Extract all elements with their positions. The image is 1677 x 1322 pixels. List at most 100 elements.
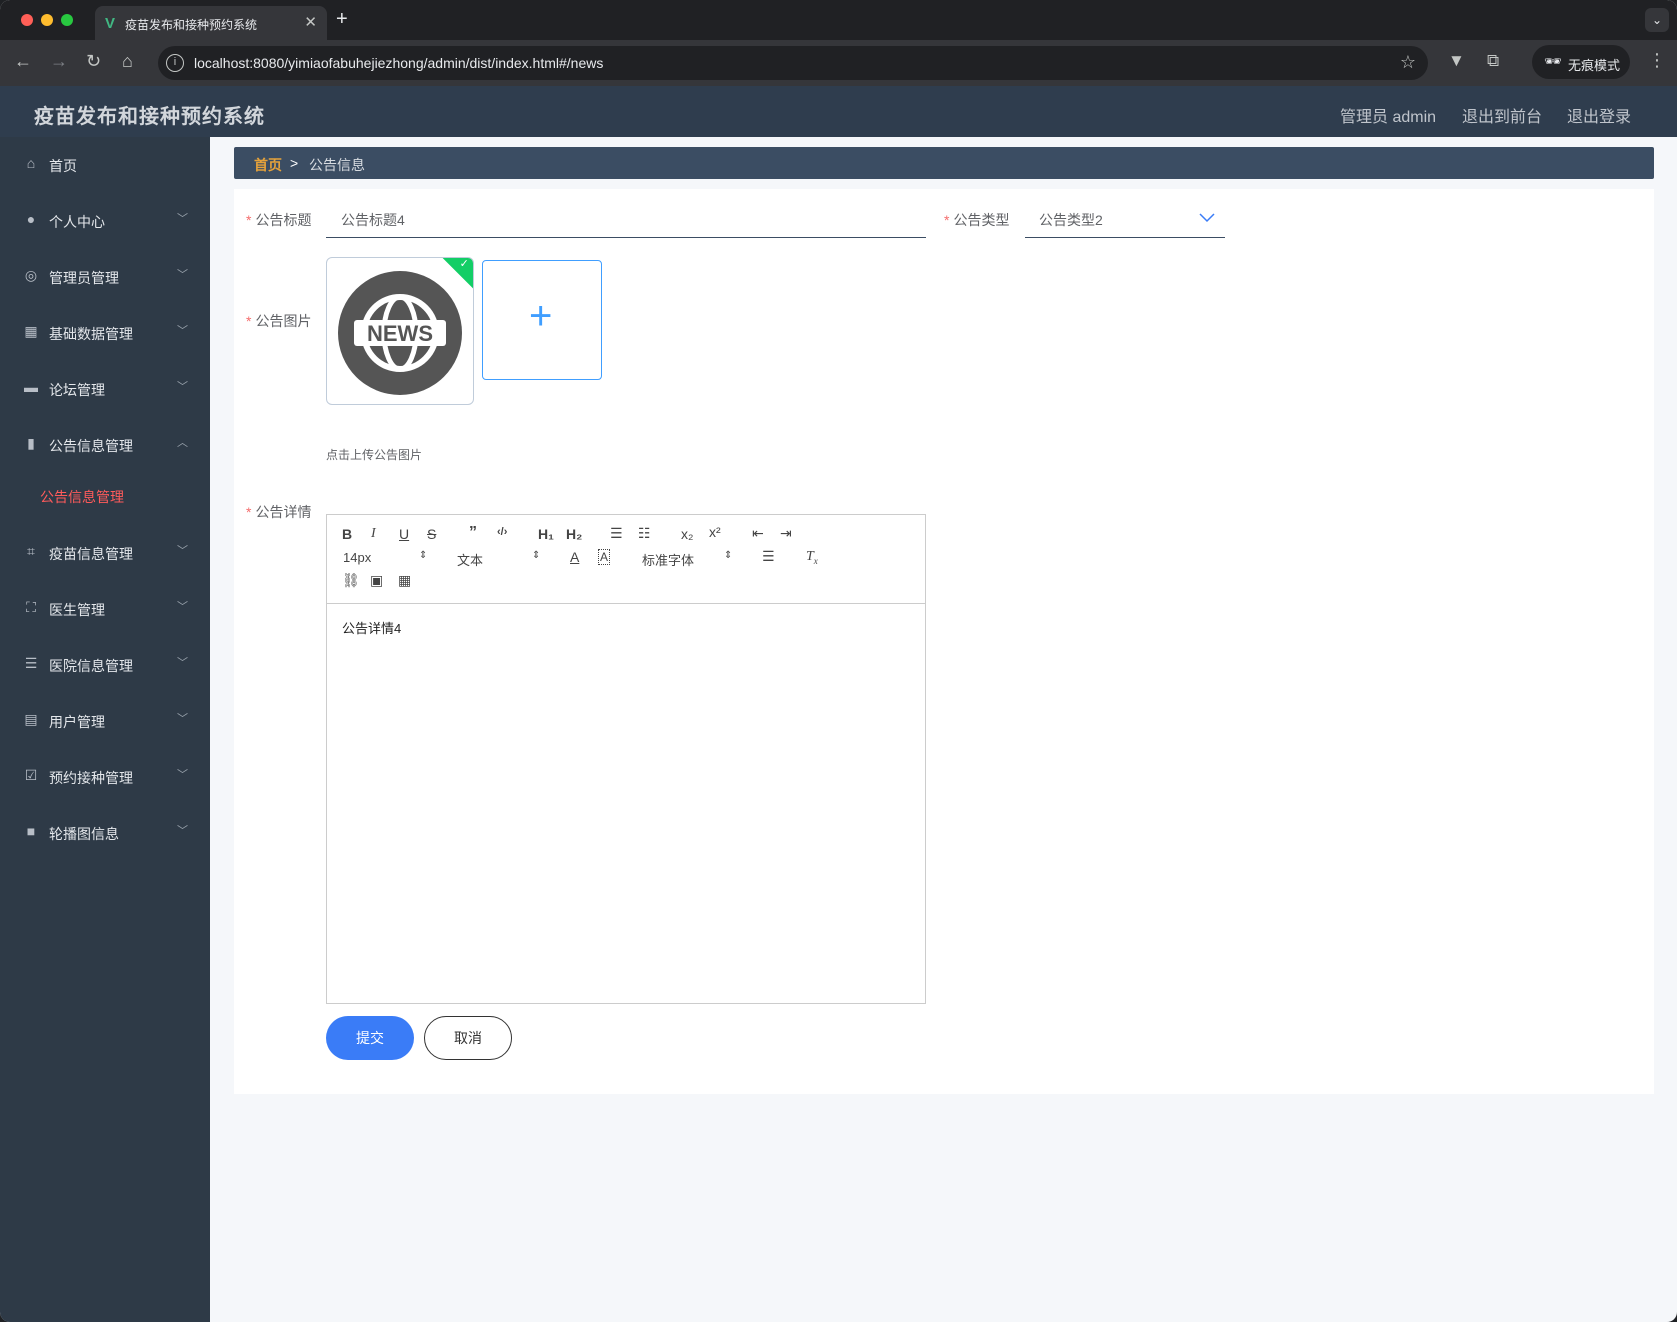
incognito-icon: 🕶 <box>1544 53 1562 69</box>
browser-window: V 疫苗发布和接种预约系统 ✕ + ⌄ ← → ↻ ⌂ i localhost:… <box>0 0 1677 1322</box>
logout-link[interactable]: 退出登录 <box>1567 103 1631 127</box>
sidebar-item-vaccine[interactable]: ⌗ 疫苗信息管理 ﹀ <box>0 525 210 581</box>
sidebar-item-label: 论坛管理 <box>49 382 105 398</box>
breadcrumb-home-link[interactable]: 首页 <box>254 155 282 175</box>
font-size-select-arrows-icon[interactable]: ⇕ <box>419 550 427 561</box>
sidebar-subitem-announcement[interactable]: 公告信息管理 <box>0 473 210 517</box>
sidebar-item-doctor[interactable]: ⛶ 医生管理 ﹀ <box>0 581 210 637</box>
sidebar-item-forum[interactable]: ▬ 论坛管理 ﹀ <box>0 361 210 417</box>
compass-icon: ◎ <box>24 267 38 283</box>
reload-icon[interactable]: ↻ <box>86 51 101 72</box>
font-family-select[interactable]: 标准字体 <box>642 550 694 569</box>
news-image-text: NEWS <box>367 321 433 346</box>
bold-icon[interactable]: B <box>342 526 352 542</box>
title-input-value[interactable]: 公告标题4 <box>341 210 405 230</box>
sidebar-item-label: 医生管理 <box>49 602 105 618</box>
chevron-down-icon: ﹀ <box>177 657 188 669</box>
header-select[interactable]: 文本 <box>457 550 483 569</box>
chevron-down-icon[interactable] <box>1199 210 1215 228</box>
sidebar-item-personal-center[interactable]: ● 个人中心 ﹀ <box>0 193 210 249</box>
superscript-icon[interactable]: x² <box>709 524 721 540</box>
breadcrumb: 首页 > 公告信息 <box>234 147 1654 179</box>
upload-tip: 点击上传公告图片 <box>326 448 423 462</box>
type-field-label: * 公告类型 <box>944 212 1010 228</box>
sidebar-item-announcement[interactable]: ▮ 公告信息管理 ︿ <box>0 417 210 473</box>
bullet-list-icon[interactable]: ☷ <box>638 525 651 542</box>
sidebar-item-hospital[interactable]: ☰ 医院信息管理 ﹀ <box>0 637 210 693</box>
ordered-list-icon[interactable]: ☰ <box>610 525 623 542</box>
tab-bar: V 疫苗发布和接种预约系统 ✕ + ⌄ <box>0 0 1677 40</box>
detail-field-label: * 公告详情 <box>246 504 312 520</box>
forward-icon[interactable]: → <box>50 51 68 72</box>
camera-icon: ■ <box>26 823 36 839</box>
underline-icon[interactable]: U <box>399 526 409 542</box>
align-icon[interactable]: ☰ <box>762 548 775 565</box>
home-button-icon[interactable]: ⌂ <box>122 51 133 72</box>
cancel-button[interactable]: 取消 <box>424 1016 512 1060</box>
header-2-icon[interactable]: H₂ <box>566 526 582 542</box>
tab-search-button[interactable]: ⌄ <box>1645 8 1669 32</box>
url-text[interactable]: localhost:8080/yimiaofabuhejiezhong/admi… <box>194 55 603 71</box>
font-size-select[interactable]: 14px <box>343 550 371 565</box>
background-color-icon[interactable]: A <box>598 549 611 565</box>
sidebar-item-carousel[interactable]: ■ 轮播图信息 ﹀ <box>0 805 210 861</box>
strikethrough-icon[interactable]: S <box>427 526 436 542</box>
exit-to-frontend-link[interactable]: 退出到前台 <box>1462 103 1542 127</box>
maximize-window-button[interactable] <box>61 14 73 26</box>
blockquote-icon[interactable]: ” <box>469 524 477 542</box>
sidebar-item-admin-management[interactable]: ◎ 管理员管理 ﹀ <box>0 249 210 305</box>
chevron-down-icon: ﹀ <box>177 713 188 725</box>
app-header: 疫苗发布和接种预约系统 管理员 admin 退出到前台 退出登录 <box>0 86 1677 137</box>
clear-format-icon[interactable]: Tx <box>806 549 818 566</box>
sidebar-item-label: 个人中心 <box>49 214 105 230</box>
close-tab-icon[interactable]: ✕ <box>304 13 317 31</box>
upload-image-button[interactable]: + <box>482 260 602 380</box>
chevron-down-icon: ﹀ <box>177 269 188 281</box>
header-select-arrows-icon[interactable]: ⇕ <box>532 550 540 561</box>
site-info-icon[interactable]: i <box>166 54 184 72</box>
outdent-icon[interactable]: ⇤ <box>752 525 764 542</box>
news-globe-image: NEWS <box>338 271 462 395</box>
sidebar-item-user[interactable]: ▤ 用户管理 ﹀ <box>0 693 210 749</box>
font-color-icon[interactable]: A <box>570 549 579 565</box>
incognito-indicator[interactable]: 🕶 无痕模式 <box>1532 45 1630 79</box>
chevron-down-icon: ﹀ <box>177 825 188 837</box>
sidebar-item-appointment[interactable]: ☑ 预约接种管理 ﹀ <box>0 749 210 805</box>
italic-icon[interactable]: I <box>371 526 376 542</box>
sidebar-item-label: 基础数据管理 <box>49 326 133 342</box>
vue-logo-icon: V <box>105 15 116 32</box>
browser-toolbar: ← → ↻ ⌂ i localhost:8080/yimiaofabuhejie… <box>0 40 1677 86</box>
browser-menu-icon[interactable]: ⋮ <box>1648 50 1666 71</box>
address-bar[interactable]: i localhost:8080/yimiaofabuhejiezhong/ad… <box>158 46 1428 80</box>
extensions-puzzle-icon[interactable]: ⧉ <box>1487 51 1499 71</box>
back-icon[interactable]: ← <box>14 51 32 72</box>
font-family-select-arrows-icon[interactable]: ⇕ <box>724 550 732 561</box>
extension-v-icon[interactable]: ▼ <box>1448 51 1465 71</box>
link-icon[interactable]: ⛓ <box>342 572 360 589</box>
code-block-icon[interactable]: ‹/› <box>497 526 507 538</box>
sidebar-item-basic-data[interactable]: ▦ 基础数据管理 ﹀ <box>0 305 210 361</box>
sidebar-item-label: 预约接种管理 <box>49 770 133 786</box>
image-icon[interactable]: ▣ <box>370 572 383 589</box>
type-select-value[interactable]: 公告类型2 <box>1039 210 1103 230</box>
close-window-button[interactable] <box>21 14 33 26</box>
editor-content[interactable]: 公告详情4 <box>342 618 401 637</box>
sidebar-item-home[interactable]: ⌂ 首页 <box>0 137 210 193</box>
title-input[interactable]: 公告标题4 <box>326 198 926 238</box>
minimize-window-button[interactable] <box>41 14 53 26</box>
tab-title: 疫苗发布和接种预约系统 <box>125 18 258 32</box>
bookmark-star-icon[interactable]: ☆ <box>1400 52 1416 73</box>
indent-icon[interactable]: ⇥ <box>780 525 792 542</box>
subscript-icon[interactable]: x₂ <box>681 526 693 542</box>
browser-tab[interactable]: V 疫苗发布和接种预约系统 ✕ <box>95 6 327 40</box>
uploaded-image-thumbnail[interactable]: NEWS ✓ <box>326 257 474 405</box>
video-icon[interactable]: ▦ <box>398 572 411 589</box>
chevron-down-icon: ﹀ <box>177 769 188 781</box>
chat-icon: ▬ <box>24 379 38 395</box>
type-select[interactable]: 公告类型2 <box>1025 198 1225 238</box>
chevron-down-icon: ﹀ <box>177 601 188 613</box>
new-tab-button[interactable]: + <box>336 8 348 31</box>
sidebar-item-label: 首页 <box>49 158 77 174</box>
header-1-icon[interactable]: H₁ <box>538 526 554 542</box>
submit-button[interactable]: 提交 <box>326 1016 414 1060</box>
